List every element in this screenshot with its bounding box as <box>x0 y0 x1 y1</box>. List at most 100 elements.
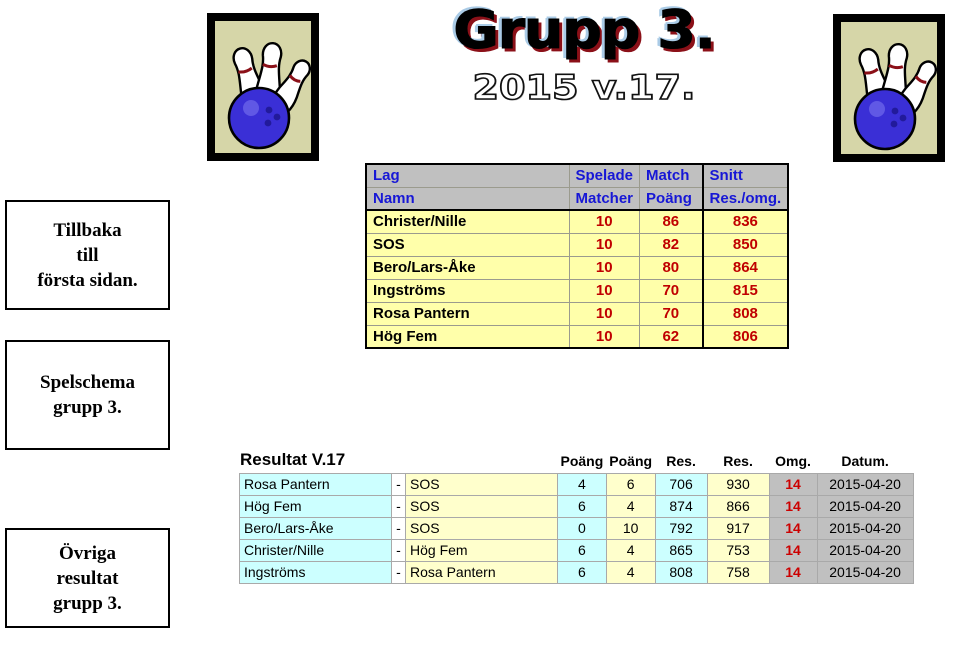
standings-cell-team: Bero/Lars-Åke <box>365 255 570 280</box>
results-cell-round: 14 <box>768 538 818 562</box>
standings-cell-played: 10 <box>568 209 641 234</box>
results-cell-home: Christer/Nille <box>239 538 392 562</box>
results-header-home-points: Poäng <box>560 452 604 469</box>
results-cell-away-result: 758 <box>706 560 770 584</box>
standings-header-average-2: Res./omg. <box>701 186 789 211</box>
standings-cell-average: 808 <box>701 301 789 326</box>
standings-cell-points: 82 <box>639 232 704 257</box>
standings-header-team-2: Namn <box>365 186 570 211</box>
standings-cell-points: 62 <box>639 324 704 349</box>
results-cell-home-points: 6 <box>557 538 607 562</box>
results-cell-away: SOS <box>405 516 558 540</box>
results-cell-round: 14 <box>768 494 818 518</box>
table-row: Ingströms - Rosa Pantern 6 4 808 758 14 2015-04-… <box>239 560 914 584</box>
sidebar-item-schedule-group-3[interactable]: Spelschema grupp 3. <box>5 340 170 450</box>
table-row: Hög Fem - SOS 6 4 874 866 14 2015-04-20 <box>239 494 914 518</box>
sidebar-item-other-results-group-3[interactable]: Övriga resultat grupp 3. <box>5 528 170 628</box>
standings-cell-points: 70 <box>639 278 704 303</box>
page-title: Grupp 3. 2015 v.17. <box>434 1 734 127</box>
results-cell-round: 14 <box>768 516 818 540</box>
sidebar-item-label: resultat <box>56 567 119 589</box>
standings-cell-team: Ingströms <box>365 278 570 303</box>
results-cell-home: Bero/Lars-Åke <box>239 516 392 540</box>
standings-cell-played: 10 <box>568 301 641 326</box>
sidebar-item-label: Övriga <box>59 542 116 564</box>
standings-header-row-1: Lag Spelade Match Snitt <box>365 163 789 188</box>
results-header-home-result: Res. <box>666 452 696 469</box>
standings-header-played-2: Matcher <box>568 186 641 211</box>
results-cell-round: 14 <box>768 560 818 584</box>
results-cell-home-result: 808 <box>654 560 708 584</box>
results-cell-away-points: 4 <box>605 560 656 584</box>
sidebar-item-label: Spelschema <box>40 372 135 393</box>
results-cell-away: SOS <box>405 494 558 518</box>
results-cell-home: Rosa Pantern <box>239 472 392 496</box>
title-main-text: Grupp 3. <box>453 0 717 62</box>
results-header-away-result: Res. <box>723 452 753 469</box>
bowling-pins-and-ball-icon <box>207 13 319 161</box>
standings-cell-team: Rosa Pantern <box>365 301 570 326</box>
results-cell-date: 2015-04-20 <box>816 516 914 540</box>
standings-cell-average: 806 <box>701 324 789 349</box>
results-cell-away-result: 930 <box>706 472 770 496</box>
standings-table: Lag Spelade Match Snitt Namn Matcher Poä… <box>365 163 790 349</box>
table-row: Rosa Pantern 10 70 808 <box>365 301 789 326</box>
results-cell-home-points: 6 <box>557 494 607 518</box>
title-subtitle-text: 2015 v.17. <box>472 67 697 109</box>
standings-header-played-1: Spelade <box>568 163 641 188</box>
results-header-away-points: Poäng <box>609 452 653 469</box>
results-cell-date: 2015-04-20 <box>816 560 914 584</box>
results-cell-away-points: 6 <box>605 472 656 496</box>
results-header-separator <box>392 449 406 473</box>
results-cell-away-result: 917 <box>706 516 770 540</box>
results-cell-away: SOS <box>405 472 558 496</box>
results-cell-home-result: 706 <box>654 472 708 496</box>
sidebar-item-label: grupp 3. <box>53 397 122 418</box>
standings-cell-team: Hög Fem <box>365 324 570 349</box>
results-cell-separator: - <box>391 494 406 518</box>
sidebar-item-label: Tillbaka <box>53 219 122 241</box>
results-header-date: Datum. <box>841 452 889 469</box>
results-header-round: Omg. <box>775 452 811 469</box>
sidebar-item-label: grupp 3. <box>53 592 122 614</box>
results-cell-away-points: 4 <box>605 538 656 562</box>
standings-cell-played: 10 <box>568 232 641 257</box>
results-cell-away: Hög Fem <box>405 538 558 562</box>
standings-header-team-1: Lag <box>365 163 570 188</box>
table-row: Christer/Nille - Hög Fem 6 4 865 753 14 2015-04-… <box>239 538 914 562</box>
results-header-away <box>406 449 558 473</box>
results-cell-home: Ingströms <box>239 560 392 584</box>
table-row: Christer/Nille 10 86 836 <box>365 209 789 234</box>
results-cell-home-result: 865 <box>654 538 708 562</box>
sidebar-item-back-to-first-page[interactable]: Tillbaka till första sidan. <box>5 200 170 310</box>
results-header-home <box>240 449 392 473</box>
results-cell-separator: - <box>391 516 406 540</box>
results-header-row: Poäng Poäng Res. Res. Omg. Datum. <box>240 449 914 473</box>
bowling-pins-and-ball-icon <box>833 14 945 162</box>
results-cell-away-result: 866 <box>706 494 770 518</box>
sidebar-item-label: första sidan. <box>37 269 138 291</box>
standings-cell-average: 864 <box>701 255 789 280</box>
results-cell-round: 14 <box>768 472 818 496</box>
results-cell-separator: - <box>391 538 406 562</box>
standings-cell-points: 70 <box>639 301 704 326</box>
table-row: Bero/Lars-Åke 10 80 864 <box>365 255 789 280</box>
standings-cell-points: 80 <box>639 255 704 280</box>
sidebar-item-label: till <box>76 244 99 266</box>
standings-cell-team: Christer/Nille <box>365 209 570 234</box>
standings-cell-average: 815 <box>701 278 789 303</box>
results-cell-away-result: 753 <box>706 538 770 562</box>
standings-cell-played: 10 <box>568 255 641 280</box>
results-cell-home-result: 792 <box>654 516 708 540</box>
standings-cell-played: 10 <box>568 324 641 349</box>
results-cell-separator: - <box>391 560 406 584</box>
results-cell-home-points: 6 <box>557 560 607 584</box>
standings-header-row-2: Namn Matcher Poäng Res./omg. <box>365 186 789 211</box>
standings-header-average-1: Snitt <box>701 163 789 188</box>
results-cell-date: 2015-04-20 <box>816 538 914 562</box>
standings-header-points-1: Match <box>639 163 704 188</box>
table-row: Rosa Pantern - SOS 4 6 706 930 14 2015-04-20 <box>239 472 914 496</box>
results-cell-away-points: 4 <box>605 494 656 518</box>
results-cell-home-points: 0 <box>557 516 607 540</box>
standings-cell-average: 836 <box>701 209 789 234</box>
